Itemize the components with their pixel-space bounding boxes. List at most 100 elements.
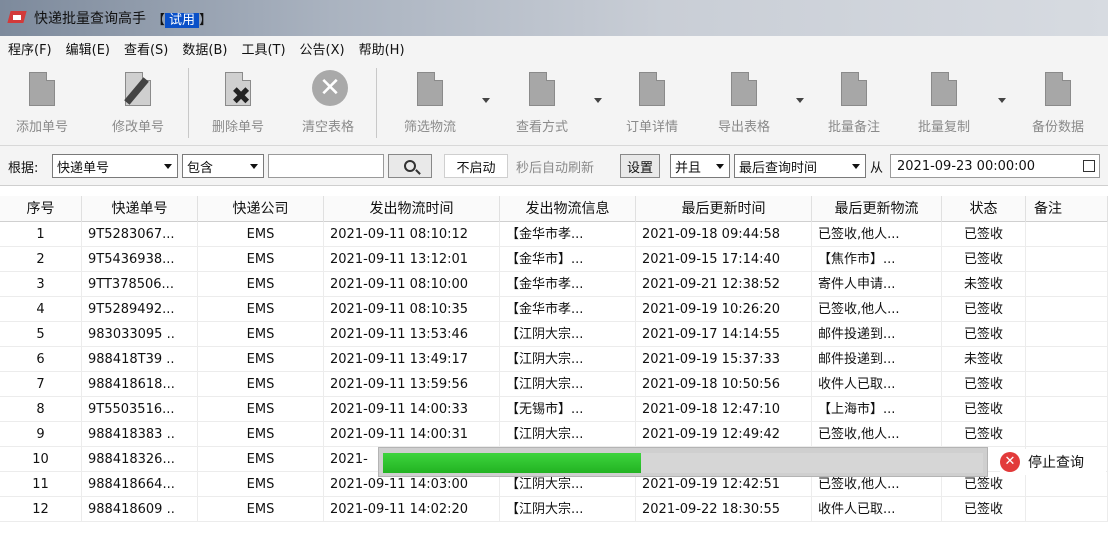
stop-query-button[interactable]: ✕ 停止查询: [1000, 449, 1106, 475]
cell-last-update-time: 2021-09-19 10:26:20: [636, 297, 812, 322]
table-row[interactable]: 4 9T5289492... EMS 2021-09-11 08:10:35 【金华市孝…: [0, 297, 1108, 322]
cell-sent-time: 2021-09-11 13:53:46: [324, 322, 500, 347]
from-date-input[interactable]: 2021-09-23 00:00:00: [890, 154, 1100, 178]
table-row[interactable]: 5 983033095 .. EMS 2021-09-11 13:53:46 【江阴大宗…: [0, 322, 1108, 347]
logic-select[interactable]: 并且: [670, 154, 730, 178]
cell-company: EMS: [198, 247, 324, 272]
add-number-button[interactable]: 添加单号: [4, 70, 80, 142]
cell-note: [1026, 297, 1108, 322]
cell-sent-info: 【江阴大宗...: [500, 422, 636, 447]
cell-last-update-time: 2021-09-18 10:50:56: [636, 372, 812, 397]
column-header[interactable]: 快递公司: [198, 196, 324, 222]
cell-note: [1026, 272, 1108, 297]
cell-tracking-number: 983033095 ..: [82, 322, 198, 347]
cell-status: 已签收: [942, 497, 1026, 522]
view-dropdown-arrow-icon[interactable]: [594, 98, 602, 103]
copy-dropdown-arrow-icon[interactable]: [998, 98, 1006, 103]
column-header[interactable]: 最后更新时间: [636, 196, 812, 222]
cell-status: 未签收: [942, 272, 1026, 297]
auto-refresh-toggle[interactable]: 不启动: [444, 154, 508, 178]
cell-last-update-info: 收件人已取...: [812, 497, 942, 522]
menu-edit[interactable]: 编辑(E): [66, 39, 110, 58]
calendar-icon[interactable]: [1083, 160, 1095, 172]
time-field-select[interactable]: 最后查询时间: [734, 154, 866, 178]
cell-sent-time: 2021-09-11 14:00:31: [324, 422, 500, 447]
cell-tracking-number: 9T5503516...: [82, 397, 198, 422]
menu-tools[interactable]: 工具(T): [241, 39, 285, 58]
backup-box-icon: [1041, 70, 1075, 110]
filter-logistics-button[interactable]: 筛选物流: [392, 70, 468, 142]
order-detail-button[interactable]: 订单详情: [614, 70, 690, 142]
cell-sent-time: 2021-09-11 08:10:35: [324, 297, 500, 322]
export-table-button[interactable]: 导出表格: [706, 70, 782, 142]
column-header[interactable]: 发出物流信息: [500, 196, 636, 222]
cell-sent-info: 【金华市孝...: [500, 272, 636, 297]
cell-sent-info: 【无锡市】...: [500, 397, 636, 422]
menu-view[interactable]: 查看(S): [124, 39, 168, 58]
cell-last-update-info: 【焦作市】...: [812, 247, 942, 272]
cell-status: 已签收: [942, 322, 1026, 347]
menu-announcement[interactable]: 公告(X): [300, 39, 345, 58]
table-row[interactable]: 6 988418T39 .. EMS 2021-09-11 13:49:17 【江阴大宗…: [0, 347, 1108, 372]
cell-sent-time: 2021-09-11 13:12:01: [324, 247, 500, 272]
cell-sent-info: 【江阴大宗...: [500, 347, 636, 372]
cell-company: EMS: [198, 397, 324, 422]
table-row[interactable]: 7 988418618... EMS 2021-09-11 13:59:56 【江阴大宗…: [0, 372, 1108, 397]
chevron-down-icon: [852, 163, 860, 169]
filter-dropdown-arrow-icon[interactable]: [482, 98, 490, 103]
cell-sent-time: 2021-09-11 08:10:12: [324, 222, 500, 247]
cell-sent-time: 2021-09-11 08:10:00: [324, 272, 500, 297]
settings-button[interactable]: 设置: [620, 154, 660, 178]
edit-number-button[interactable]: 修改单号: [100, 70, 176, 142]
filter-query-input[interactable]: [268, 154, 384, 178]
table-row[interactable]: 3 9TT378506... EMS 2021-09-11 08:10:00 【金华市孝…: [0, 272, 1108, 297]
clear-circle-x-icon: ✕: [311, 70, 348, 110]
cell-company: EMS: [198, 297, 324, 322]
view-mode-button[interactable]: 查看方式: [504, 70, 580, 142]
cell-note: [1026, 497, 1108, 522]
cell-seq: 12: [0, 497, 82, 522]
cell-tracking-number: 988418383 ..: [82, 422, 198, 447]
column-header[interactable]: 备注: [1026, 196, 1108, 222]
export-dropdown-arrow-icon[interactable]: [796, 98, 804, 103]
column-header[interactable]: 状态: [942, 196, 1026, 222]
search-icon: [404, 160, 416, 172]
batch-copy-document-icon: [927, 70, 961, 110]
table-row[interactable]: 12 988418609 .. EMS 2021-09-11 14:02:20 【江阴大…: [0, 497, 1108, 522]
cell-last-update-time: 2021-09-17 14:14:55: [636, 322, 812, 347]
batch-copy-button[interactable]: 批量复制: [906, 70, 982, 142]
column-header[interactable]: 快递单号: [82, 196, 198, 222]
column-header[interactable]: 最后更新物流: [812, 196, 942, 222]
cell-status: 未签收: [942, 347, 1026, 372]
cell-seq: 9: [0, 422, 82, 447]
match-mode-select[interactable]: 包含: [182, 154, 264, 178]
menu-data[interactable]: 数据(B): [182, 39, 227, 58]
cell-sent-time: 2021-09-11 13:59:56: [324, 372, 500, 397]
backup-data-button[interactable]: 备份数据: [1020, 70, 1096, 142]
cell-tracking-number: 988418618...: [82, 372, 198, 397]
column-header[interactable]: 序号: [0, 196, 82, 222]
cell-note: [1026, 322, 1108, 347]
chevron-down-icon: [716, 163, 724, 169]
cell-status: 已签收: [942, 397, 1026, 422]
batch-note-button[interactable]: 批量备注: [816, 70, 892, 142]
cell-sent-time: 2021-09-11 14:00:33: [324, 397, 500, 422]
cell-seq: 10: [0, 447, 82, 472]
column-header[interactable]: 发出物流时间: [324, 196, 500, 222]
cell-last-update-info: 邮件投递到...: [812, 322, 942, 347]
cell-seq: 1: [0, 222, 82, 247]
app-logo-icon: [6, 7, 28, 29]
table-row[interactable]: 1 9T5283067... EMS 2021-09-11 08:10:12 【金华市孝…: [0, 222, 1108, 247]
delete-number-button[interactable]: ✖ 删除单号: [200, 70, 276, 142]
menu-program[interactable]: 程序(F): [8, 39, 52, 58]
table-row[interactable]: 2 9T5436938... EMS 2021-09-11 13:12:01 【金华市】…: [0, 247, 1108, 272]
cell-status: 已签收: [942, 422, 1026, 447]
table-row[interactable]: 9 988418383 .. EMS 2021-09-11 14:00:31 【江阴大宗…: [0, 422, 1108, 447]
clear-table-button[interactable]: ✕ 清空表格: [290, 70, 366, 142]
menu-help[interactable]: 帮助(H): [359, 39, 405, 58]
cell-tracking-number: 9T5436938...: [82, 247, 198, 272]
cell-last-update-time: 2021-09-22 18:30:55: [636, 497, 812, 522]
table-row[interactable]: 8 9T5503516... EMS 2021-09-11 14:00:33 【无锡市】…: [0, 397, 1108, 422]
search-button[interactable]: [388, 154, 432, 178]
field-select[interactable]: 快递单号: [52, 154, 178, 178]
